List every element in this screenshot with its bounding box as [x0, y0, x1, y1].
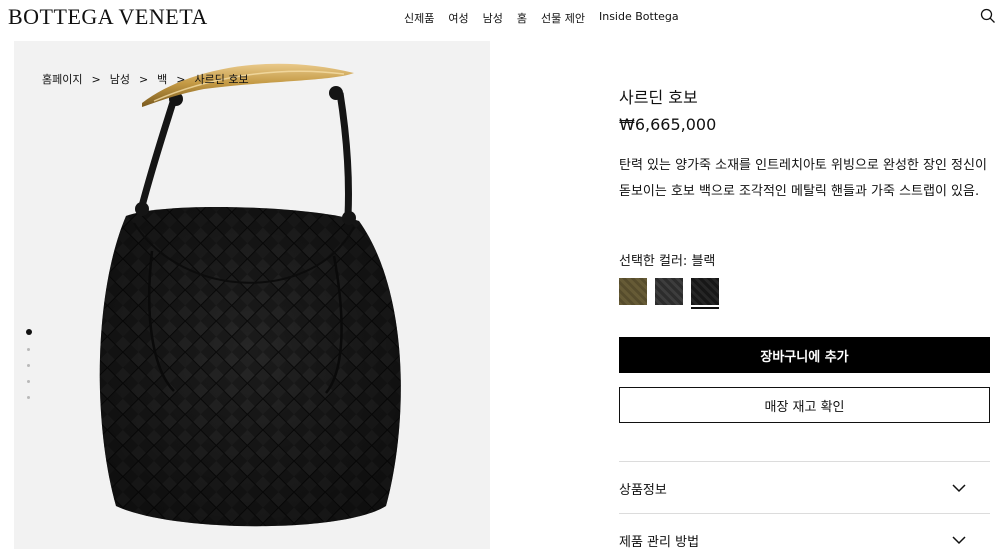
accordion-label: 제품 관리 방법 — [619, 534, 700, 549]
accordion-care-instructions[interactable]: 제품 관리 방법 — [619, 515, 990, 549]
swatch-dark-grey[interactable] — [655, 278, 683, 305]
breadcrumb-separator: > — [138, 72, 149, 86]
search-icon[interactable] — [980, 8, 996, 24]
check-store-stock-button[interactable]: 매장 재고 확인 — [619, 387, 990, 423]
nav-item-inside-bottega[interactable]: Inside Bottega — [599, 10, 679, 26]
gallery-dot-2[interactable] — [27, 348, 30, 351]
divider — [619, 513, 990, 514]
product-description: 탄력 있는 양가죽 소재를 인트레치아토 위빙으로 완성한 장인 정신이 돋보이… — [619, 158, 987, 199]
product-image-gallery[interactable]: 홈페이지 > 남성 > 백 > 사르딘 호보 — [14, 41, 490, 549]
nav-item-women[interactable]: 여성 — [448, 10, 468, 26]
breadcrumb-men[interactable]: 남성 — [110, 71, 130, 87]
nav-item-gifts[interactable]: 선물 제안 — [541, 10, 585, 26]
gallery-dot-1[interactable] — [26, 329, 32, 335]
product-title: 사르딘 호보 — [619, 88, 698, 107]
gallery-dot-5[interactable] — [27, 396, 30, 399]
breadcrumb-bags[interactable]: 백 — [157, 71, 167, 87]
site-header: BOTTEGA VENETA 신제품 여성 남성 홈 선물 제안 Inside … — [0, 0, 1000, 36]
breadcrumb-separator: > — [91, 72, 101, 86]
gallery-pagination — [26, 329, 32, 412]
breadcrumb-separator: > — [176, 72, 186, 86]
product-image — [99, 63, 401, 527]
swatch-olive[interactable] — [619, 278, 647, 305]
nav-item-home[interactable]: 홈 — [517, 10, 527, 26]
nav-item-new[interactable]: 신제품 — [404, 10, 434, 26]
chevron-down-icon — [952, 484, 966, 493]
breadcrumb-current: 사르딘 호보 — [194, 73, 249, 86]
main-nav: 신제품 여성 남성 홈 선물 제안 Inside Bottega — [404, 10, 693, 26]
gallery-dot-3[interactable] — [27, 364, 30, 367]
breadcrumb-home[interactable]: 홈페이지 — [42, 71, 82, 87]
chevron-down-icon — [952, 536, 966, 545]
nav-item-men[interactable]: 남성 — [483, 10, 503, 26]
gallery-dot-4[interactable] — [27, 380, 30, 383]
breadcrumb: 홈페이지 > 남성 > 백 > 사르딘 호보 — [42, 71, 249, 87]
divider — [619, 461, 990, 462]
selected-color-label: 선택한 컬러: 블랙 — [619, 254, 716, 269]
color-swatches — [619, 278, 727, 309]
brand-logo[interactable]: BOTTEGA VENETA — [8, 4, 208, 30]
product-price: ₩6,665,000 — [619, 115, 717, 134]
accordion-label: 상품정보 — [619, 482, 667, 498]
swatch-black[interactable] — [691, 278, 719, 309]
accordion-product-info[interactable]: 상품정보 — [619, 463, 990, 513]
add-to-cart-button[interactable]: 장바구니에 추가 — [619, 337, 990, 373]
